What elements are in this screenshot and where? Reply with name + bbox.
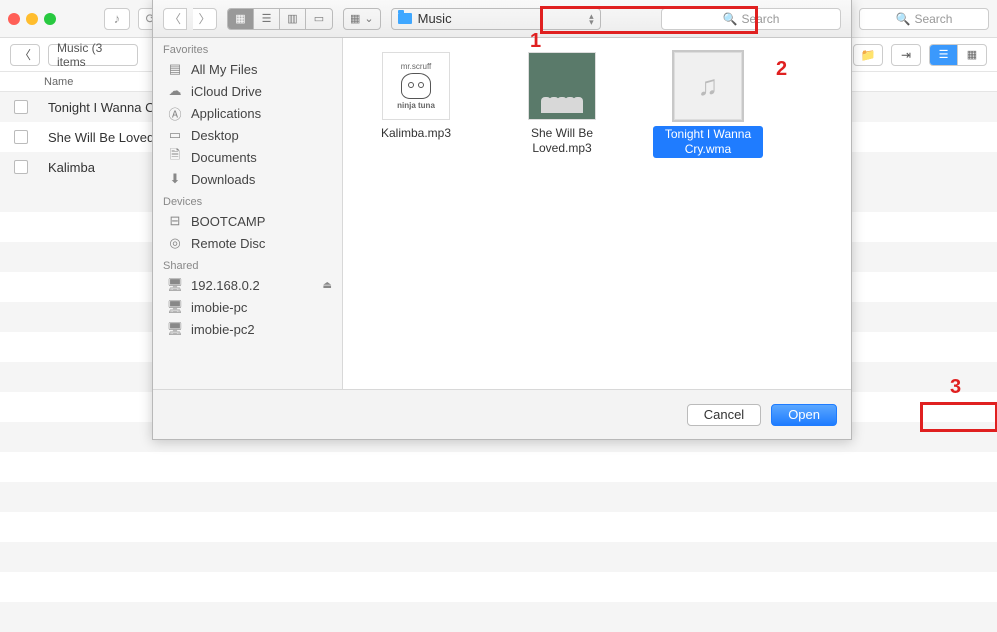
location-label: Music (418, 11, 452, 26)
file-label: Kalimba.mp3 (361, 126, 471, 141)
sidebar-item-remote-disc[interactable]: ◎Remote Disc (153, 232, 342, 254)
list-view-icon[interactable]: ☰ (930, 45, 958, 65)
computer-icon: 🖥 (167, 321, 183, 337)
file-thumbnail: ♫ (674, 52, 742, 120)
file-item-she-will-be-loved[interactable]: She Will Be Loved.mp3 (507, 52, 617, 156)
annotation-number-1: 1 (530, 30, 541, 53)
dialog-search-field[interactable]: 🔍 Search (661, 8, 841, 30)
row-checkbox[interactable] (14, 100, 28, 114)
file-browser-content[interactable]: mr.scruff ninja tuna Kalimba.mp3 She Wil… (343, 38, 851, 389)
grid-view-icon[interactable]: ▦ (958, 45, 986, 65)
sidebar-item-downloads[interactable]: ⬇Downloads (153, 168, 342, 190)
computer-icon: 🖥 (167, 277, 183, 293)
search-icon: 🔍 (896, 12, 911, 26)
file-label: Tonight I Wanna Cry.wma (653, 126, 763, 158)
row-checkbox[interactable] (14, 130, 28, 144)
file-thumbnail: mr.scruff ninja tuna (382, 52, 450, 120)
sidebar-item-desktop[interactable]: ▭Desktop (153, 124, 342, 146)
arrange-dropdown[interactable]: ▦ ⌄ (343, 8, 381, 30)
computer-icon: 🖥 (167, 299, 183, 315)
open-file-dialog: 〈 〉 ▦ ☰ ▥ ▭ ▦ ⌄ Music ▴▾ 🔍 Search Favori… (152, 0, 852, 440)
cloud-icon: ☁ (167, 83, 183, 99)
open-button[interactable]: Open (771, 404, 837, 426)
app-search-field[interactable]: 🔍 Search (859, 8, 989, 30)
nav-forward-button[interactable]: 〉 (193, 8, 217, 30)
view-mode-segment[interactable]: ☰ ▦ (929, 44, 987, 66)
file-item-kalimba[interactable]: mr.scruff ninja tuna Kalimba.mp3 (361, 52, 471, 141)
row-checkbox[interactable] (14, 160, 28, 174)
sidebar-item-shared-1[interactable]: 🖥192.168.0.2⏏ (153, 274, 342, 296)
sidebar-item-bootcamp[interactable]: ⊟BOOTCAMP (153, 210, 342, 232)
sidebar-item-shared-3[interactable]: 🖥imobie-pc2 (153, 318, 342, 340)
close-window-icon[interactable] (8, 13, 20, 25)
nav-back-button[interactable]: 〈 (163, 8, 187, 30)
updown-caret-icon: ▴▾ (589, 13, 594, 25)
dialog-sidebar: Favorites ▤All My Files ☁iCloud Drive ⒶA… (153, 38, 343, 389)
view-segment[interactable]: ▦ ☰ ▥ ▭ (227, 8, 333, 30)
favorites-section-label: Favorites (153, 38, 342, 58)
disc-icon: ◎ (167, 235, 183, 251)
documents-icon: 🗎 (167, 149, 183, 165)
list-view-icon[interactable]: ☰ (254, 9, 280, 29)
file-item-tonight-i-wanna-cry[interactable]: ♫ Tonight I Wanna Cry.wma (653, 52, 763, 158)
shared-section-label: Shared (153, 254, 342, 274)
sidebar-item-all-my-files[interactable]: ▤All My Files (153, 58, 342, 80)
dialog-toolbar: 〈 〉 ▦ ☰ ▥ ▭ ▦ ⌄ Music ▴▾ 🔍 Search (153, 0, 851, 38)
file-thumbnail (528, 52, 596, 120)
eject-icon[interactable]: ⏏ (323, 280, 332, 291)
music-note-icon: ♫ (698, 70, 719, 102)
dialog-footer: Cancel Open (153, 389, 851, 439)
downloads-icon: ⬇ (167, 171, 183, 187)
annotation-number-2: 2 (776, 58, 787, 81)
desktop-icon: ▭ (167, 127, 183, 143)
folder-icon (398, 13, 412, 24)
folder-action-icon[interactable]: 📁 (853, 44, 883, 66)
devices-section-label: Devices (153, 190, 342, 210)
sidebar-item-documents[interactable]: 🗎Documents (153, 146, 342, 168)
coverflow-view-icon[interactable]: ▭ (306, 9, 332, 29)
annotation-number-3: 3 (950, 376, 961, 399)
sidebar-item-applications[interactable]: ⒶApplications (153, 102, 342, 124)
file-label: She Will Be Loved.mp3 (507, 126, 617, 156)
column-view-icon[interactable]: ▥ (280, 9, 306, 29)
breadcrumb[interactable]: Music (3 items (48, 44, 138, 66)
icon-view-icon[interactable]: ▦ (228, 9, 254, 29)
traffic-lights (8, 13, 56, 25)
search-icon: 🔍 (723, 12, 738, 26)
all-files-icon: ▤ (167, 61, 183, 77)
sidebar-item-shared-2[interactable]: 🖥imobie-pc (153, 296, 342, 318)
cancel-button[interactable]: Cancel (687, 404, 761, 426)
export-icon[interactable]: ⇥ (891, 44, 921, 66)
zoom-window-icon[interactable] (44, 13, 56, 25)
name-column-label: Name (44, 76, 73, 88)
disk-icon: ⊟ (167, 213, 183, 229)
location-dropdown[interactable]: Music ▴▾ (391, 8, 601, 30)
chevron-down-icon: ⌄ (364, 12, 373, 25)
back-button[interactable]: 〈 (10, 44, 40, 66)
applications-icon: Ⓐ (167, 105, 183, 121)
minimize-window-icon[interactable] (26, 13, 38, 25)
music-mode-icon[interactable]: ♪ (104, 8, 130, 30)
sidebar-item-icloud[interactable]: ☁iCloud Drive (153, 80, 342, 102)
